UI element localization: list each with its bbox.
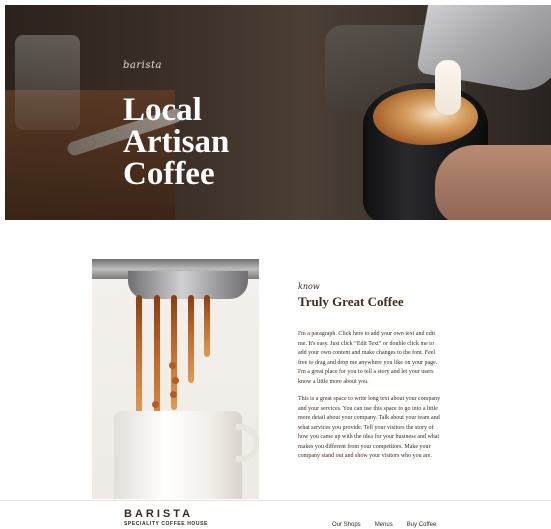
hero-title: Local Artisan Coffee [123,92,303,193]
site-footer: BARISTA SPECIALITY COFFEE HOUSE Our Shop… [0,500,551,529]
footer-tagline: SPECIALITY COFFEE HOUSE [124,521,208,527]
hero-milk-pour-image [435,60,461,115]
hero-latte-art-image [373,89,478,145]
nav-link-our-shops[interactable]: Our Shops [332,521,361,529]
hero-banner: barista Local Artisan Coffee [5,5,551,220]
espresso-stream [136,295,142,415]
nav-link-buy-coffee[interactable]: Buy Coffee [407,521,437,529]
espresso-drop [172,377,179,384]
footer-nav: Our Shops Menus Buy Coffee [332,521,436,529]
white-cup-shape [114,411,242,499]
about-paragraph: This is a great space to write long text… [298,396,441,459]
nav-link-menus[interactable]: Menus [375,521,393,529]
footer-logo[interactable]: BARISTA [124,508,193,520]
espresso-stream [188,295,194,383]
espresso-pour-image [92,259,259,499]
about-heading: Truly Great Coffee [298,294,404,309]
espresso-drop [169,362,176,369]
hero-glass-image [15,35,80,130]
hero-title-line: Artisan [123,124,230,161]
hero-hand-image [435,145,551,220]
espresso-stream [204,295,210,357]
espresso-drop [152,401,159,408]
hero-title-line: Coffee [123,156,215,193]
page: barista Local Artisan Coffee know Truly … [0,0,551,529]
about-paragraph: I'm a paragraph. Click here to add your … [298,331,438,385]
espresso-drop [170,391,177,398]
hero-brand-script: barista [123,60,162,71]
white-cup-handle-shape [236,424,259,462]
about-section: know Truly Great Coffee I'm a paragraph.… [298,282,443,462]
about-kicker: know [298,282,320,291]
hero-title-line: Local [123,92,202,129]
